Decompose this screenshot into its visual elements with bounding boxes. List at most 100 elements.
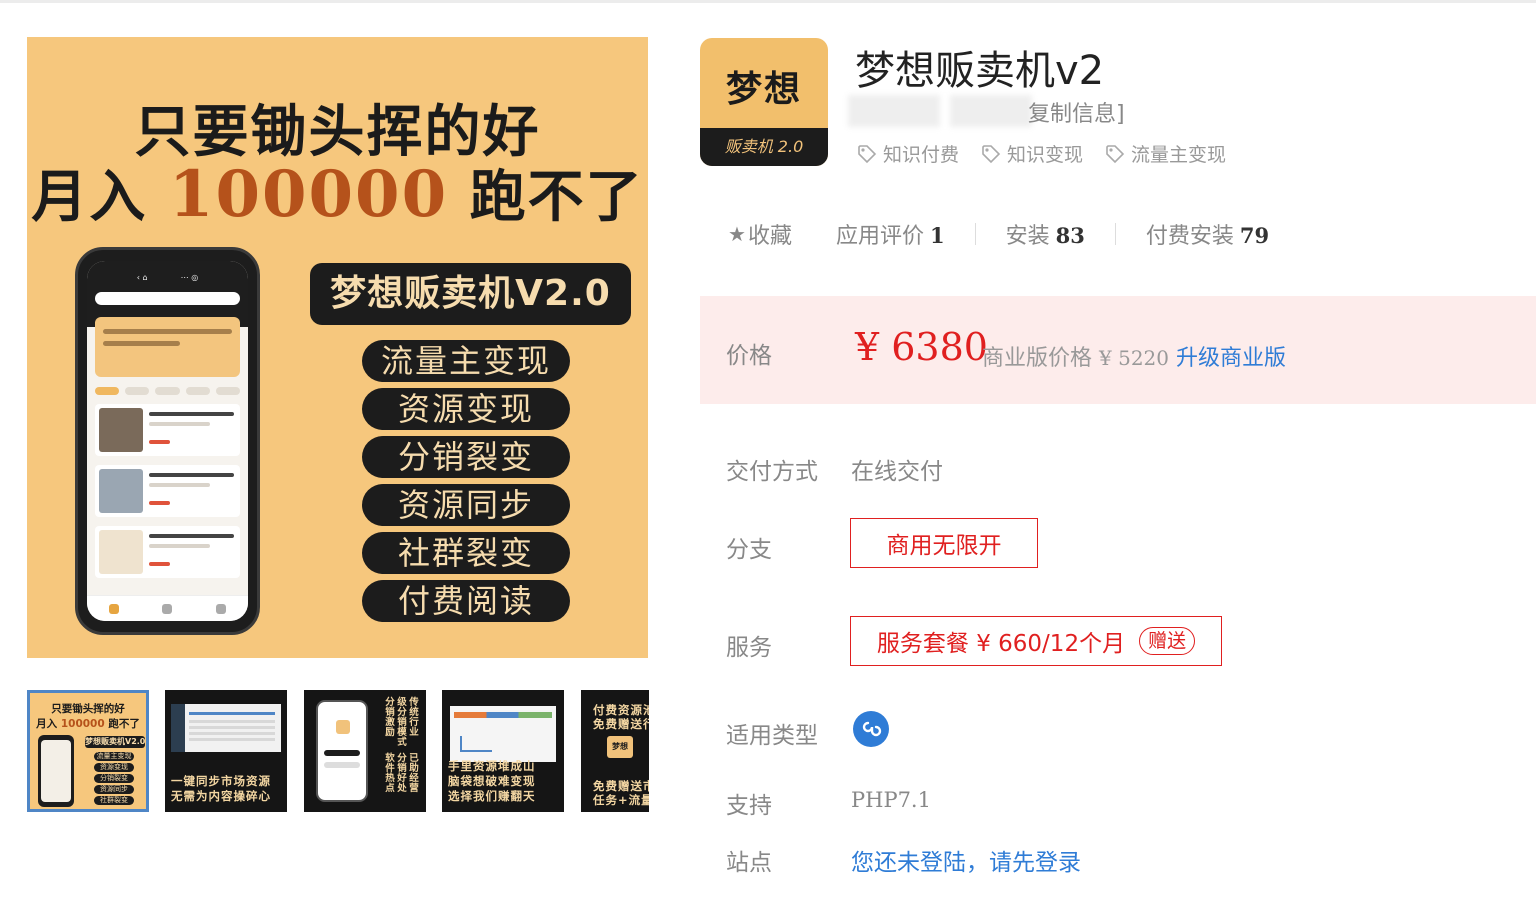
app-logo: 梦想 贩卖机 2.0 <box>700 38 828 166</box>
phone-list-item <box>95 465 240 517</box>
hero-slogan-prefix: 月入 <box>31 165 148 230</box>
upgrade-link[interactable]: 升级商业版 <box>1176 346 1286 371</box>
hero-product-name: 梦想贩卖机V2.0 <box>310 263 631 325</box>
phone-bottom-nav <box>87 595 248 621</box>
hero-feature-pill: 社群裂变 <box>362 532 570 574</box>
thumbnail-2[interactable]: 一键同步市场资源 无需为内容操碎心 <box>165 690 287 812</box>
hero-slogan-suffix: 跑不了 <box>469 165 644 230</box>
thumbnail-1-pill: 社群裂变 <box>94 796 134 805</box>
stat-value: 79 <box>1239 223 1270 248</box>
thumbnail-strip: 只要锄头挥的好 月入 100000 跑不了 梦想贩卖机V2.0 流量主变现 资源… <box>27 690 649 812</box>
app-logo-band: 贩卖机 2.0 <box>700 128 828 166</box>
stat-installs: 安装 83 <box>1006 218 1085 250</box>
site-label: 站点 <box>726 850 772 876</box>
thumbnail-3[interactable]: 传统行业 级分销模式 分销激励 已助经营 分销好处 软件热点 <box>304 690 426 812</box>
tag-list: 知识付费 知识变现 流量主变现 <box>857 140 1226 167</box>
type-label: 适用类型 <box>726 723 818 749</box>
branch-option-button[interactable]: 商用无限开 <box>850 518 1038 568</box>
service-option-label: 服务套餐 ¥ 660/12个月 <box>876 631 1126 657</box>
thumbnail-1-pill: 资源变现 <box>94 763 134 772</box>
phone-list-item <box>95 404 240 456</box>
thumbnail-5[interactable]: 付费资源池 免费赠送行 梦想 免费赠送市 任务+流量 <box>581 690 649 812</box>
favorite-button[interactable]: ★ 收藏 <box>728 218 792 250</box>
thumbnail-2-caption: 一键同步市场资源 无需为内容操碎心 <box>171 774 271 803</box>
thumbnail-4-caption: 手里资源堆成山 脑袋想破难变现 选择我们赚翻天 <box>448 759 536 803</box>
thumbnail-1-pill: 分销裂变 <box>94 774 134 783</box>
phone-mockup: ‹ ⌂ ⋯ ◎ <box>75 247 260 635</box>
phone-search-bar <box>95 292 240 305</box>
commercial-price-amount: ¥ 5220 <box>1099 346 1169 370</box>
star-icon: ★ <box>728 222 746 246</box>
phone-tabs <box>95 387 241 395</box>
phone-header-bar: ‹ ⌂ ⋯ ◎ <box>136 273 199 282</box>
hero-feature-pill: 付费阅读 <box>362 580 570 622</box>
tag-label: 流量主变现 <box>1131 144 1227 166</box>
mini-program-icon <box>853 711 889 747</box>
app-title: 梦想贩卖机v2 <box>855 48 1105 94</box>
thumbnail-3-text-column: 级分销模式 <box>397 697 407 748</box>
support-label: 支持 <box>726 793 772 819</box>
product-main-image[interactable]: 只要锄头挥的好 月入 100000 跑不了 ‹ ⌂ ⋯ ◎ 梦想贩卖机V2.0 … <box>27 37 648 658</box>
hero-feature-pill: 分销裂变 <box>362 436 570 478</box>
thumbnail-5-logo: 梦想 <box>607 736 633 758</box>
stat-value: 1 <box>929 223 945 248</box>
commercial-price-label: 商业版价格 <box>982 346 1093 371</box>
tag-item[interactable]: 流量主变现 <box>1105 140 1226 167</box>
thumbnail-3-text-column: 分销激励 <box>385 697 395 738</box>
stat-paid-installs: 付费安装 79 <box>1146 218 1269 250</box>
service-option-button[interactable]: 服务套餐 ¥ 660/12个月 赠送 <box>850 616 1222 666</box>
tag-icon <box>982 144 1001 163</box>
thumbnail-3-text-column: 分销好处 <box>397 753 407 794</box>
thumbnail-3-text-column: 软件热点 <box>385 753 395 794</box>
tag-item[interactable]: 知识变现 <box>981 140 1083 167</box>
branch-label: 分支 <box>726 537 772 563</box>
thumbnail-5-bottom-line2: 任务+流量 <box>593 793 649 807</box>
thumbnail-1-line1: 只要锄头挥的好 <box>51 703 125 715</box>
commercial-price: 商业版价格 ¥ 5220 升级商业版 <box>982 340 1286 372</box>
gift-badge: 赠送 <box>1139 627 1196 655</box>
hero-feature-pill: 流量主变现 <box>362 340 570 382</box>
support-value: PHP7.1 <box>851 788 931 812</box>
hero-feature-pill: 资源变现 <box>362 388 570 430</box>
favorite-label: 收藏 <box>747 224 792 249</box>
service-label: 服务 <box>726 635 772 661</box>
stat-reviews[interactable]: 应用评价 1 <box>836 218 945 250</box>
phone-member-card <box>95 317 240 377</box>
thumbnail-1-name: 梦想贩卖机V2.0 <box>85 736 145 748</box>
delivery-value: 在线交付 <box>851 459 943 485</box>
thumbnail-1-line2: 月入 100000 跑不了 <box>36 718 140 730</box>
thumbnail-1-pill: 资源同步 <box>94 785 134 794</box>
phone-list-item <box>95 526 240 578</box>
redacted-info <box>848 95 940 127</box>
price-amount: ¥ 6380 <box>855 325 988 369</box>
branch-option-label: 商用无限开 <box>886 533 1002 559</box>
login-link[interactable]: 您还未登陆，请先登录 <box>851 843 1081 877</box>
thumbnail-1-phone <box>38 735 74 807</box>
thumbnail-1-pill: 流量主变现 <box>94 752 134 761</box>
app-logo-text: 梦想 <box>725 69 802 110</box>
stats-bar: ★ 收藏 应用评价 1 安装 83 付费安装 79 <box>728 218 1269 250</box>
tag-icon <box>858 144 877 163</box>
hero-feature-pill: 资源同步 <box>362 484 570 526</box>
thumbnail-4-screenshot <box>450 706 556 762</box>
hero-feature-list: 流量主变现 资源变现 分销裂变 资源同步 社群裂变 付费阅读 <box>362 340 570 628</box>
tag-label: 知识付费 <box>883 144 960 166</box>
redacted-info <box>950 95 1032 127</box>
copy-info-link[interactable]: 复制信息] <box>1028 96 1125 128</box>
tag-label: 知识变现 <box>1007 144 1084 166</box>
tag-item[interactable]: 知识付费 <box>857 140 959 167</box>
stat-label: 付费安装 <box>1145 224 1234 249</box>
hero-slogan-number: 100000 <box>168 157 449 232</box>
thumbnail-1[interactable]: 只要锄头挥的好 月入 100000 跑不了 梦想贩卖机V2.0 流量主变现 资源… <box>27 690 149 812</box>
price-label: 价格 <box>726 343 772 369</box>
thumbnail-2-screenshot <box>171 704 281 752</box>
phone-screen: ‹ ⌂ ⋯ ◎ <box>87 261 248 621</box>
thumbnail-4[interactable]: 手里资源堆成山 脑袋想破难变现 选择我们赚翻天 <box>442 690 564 812</box>
stat-value: 83 <box>1055 223 1085 248</box>
stat-label: 安装 <box>1005 224 1050 249</box>
thumbnail-3-phone <box>316 700 368 802</box>
thumbnail-5-top-line2: 免费赠送行 <box>593 717 649 731</box>
stat-divider <box>974 223 976 245</box>
top-divider <box>0 0 1536 3</box>
hero-slogan-line2: 月入 100000 跑不了 <box>27 152 648 233</box>
